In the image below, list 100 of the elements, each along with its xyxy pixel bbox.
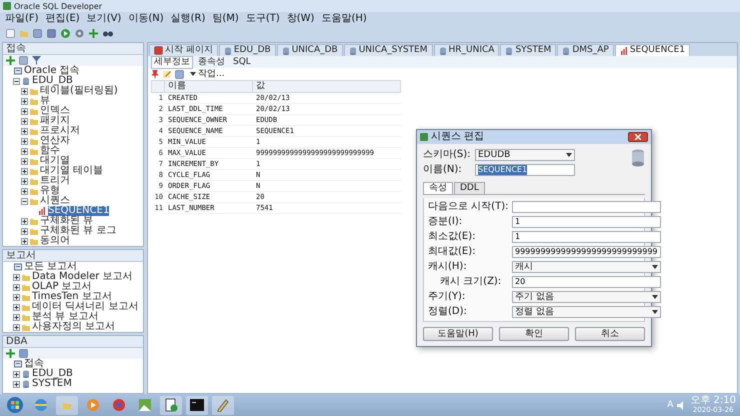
expander-icon[interactable] [13,78,20,84]
name-field[interactable]: SEQUENCE1 [475,164,575,176]
tree-item[interactable]: 대기열 [40,156,70,166]
connections-icon [14,67,22,75]
expander-icon[interactable] [21,188,28,194]
circle-logo-icon [112,398,126,412]
expander-icon[interactable] [13,380,20,388]
start-page-icon [154,46,163,55]
expander-icon[interactable] [13,284,20,290]
tree-item[interactable]: TimesTen 보고서 [32,292,112,302]
tree-item[interactable]: 테이블(필터링됨) [40,86,118,96]
play-icon [61,28,70,38]
tree-item[interactable]: 접속 [24,359,44,369]
binoculars-icon [103,29,113,37]
tree-item[interactable]: 연산자 [40,136,70,146]
pin-icon [151,70,159,78]
expander-icon[interactable] [21,118,28,124]
sub-tab[interactable]: 세부정보 [151,56,193,68]
tree-item[interactable]: 구체화된 뷰 [40,216,94,226]
start-button[interactable] [4,396,26,414]
tree-item[interactable]: 모든 보고서 [24,262,78,272]
tree-item[interactable]: Oracle 접속 [24,66,80,76]
expander-icon[interactable] [13,294,20,300]
field-label: 최소값(E): [428,231,476,243]
column-header[interactable]: 이름 [165,80,253,93]
menu-item[interactable]: 이동(N) [128,13,164,25]
input-field[interactable] [512,201,661,213]
menu-item[interactable]: 보기(V) [86,13,122,25]
schema-dropdown[interactable]: EDUDB [475,149,575,161]
expander-icon[interactable] [21,148,28,154]
input-field[interactable]: 20 [512,276,661,288]
expander-icon[interactable] [21,108,28,114]
sequence-icon [620,46,628,54]
tree-item[interactable]: 뷰 [40,96,50,106]
menu-item[interactable]: 도구(T) [246,13,280,25]
tree-item[interactable]: 인덱스 [40,106,70,116]
menu-item[interactable]: 편집(E) [46,13,80,25]
expander-icon[interactable] [21,128,28,134]
tree-item[interactable]: EDU_DB [32,76,73,86]
expander-icon[interactable] [13,314,20,320]
dropdown[interactable]: 주기 없음 [512,291,661,303]
sequence-icon [38,207,46,215]
input-field[interactable]: 9999999999999999999999999999 [512,246,661,258]
tree-item[interactable]: 동의어 [40,236,70,246]
tree-item[interactable]: Data Modeler 보고서 [32,272,133,282]
clock-time: 오후 2:10 [690,396,736,406]
expander-icon[interactable] [21,178,28,184]
database-icon [348,46,357,54]
expander-icon[interactable] [21,228,28,234]
menu-item[interactable]: 창(W) [286,13,314,25]
dropdown[interactable]: 캐시 [512,261,661,273]
expander-icon[interactable] [21,158,28,164]
tree-item[interactable]: 함수 [40,146,60,156]
menu-item[interactable]: 실행(R) [170,13,206,25]
tree-item[interactable]: EDU_DB [32,369,73,379]
expander-icon[interactable] [21,138,28,144]
dialog-button[interactable]: 취소 [575,327,645,341]
expander-icon[interactable] [13,324,20,330]
dialog-tab[interactable]: DDL [454,182,485,194]
tree-item[interactable]: 대기열 테이블 [40,166,104,176]
dialog-button[interactable]: 도움말(H) [423,327,493,341]
tree-item[interactable]: 트리거 [40,176,70,186]
image-icon [138,398,152,412]
sub-tab[interactable]: SQL [230,56,254,68]
tree-item[interactable]: 시퀀스 [40,196,70,206]
expander-icon[interactable] [21,88,28,94]
tree-item[interactable]: SYSTEM [32,379,72,389]
input-field[interactable]: 1 [512,231,661,243]
expander-icon[interactable] [21,98,28,104]
expander-icon[interactable] [21,218,28,224]
column-header[interactable]: 값 [253,80,401,93]
tree-item[interactable]: 프로시저 [40,126,80,136]
add-icon [6,56,15,65]
tree-item[interactable]: 분석 뷰 보고서 [32,312,98,322]
tree-item[interactable]: 구체화된 뷰 로그 [40,226,116,236]
expander-icon[interactable] [13,304,20,310]
database-icon [22,370,30,378]
tree-item[interactable]: 데이터 딕셔너리 보고서 [32,302,138,312]
dialog-button[interactable]: 확인 [499,327,569,341]
dialog-tab[interactable]: 속성 [423,182,453,194]
tree-item[interactable]: 사용자정의 보고서 [32,322,116,332]
database-icon [562,46,570,54]
expander-icon[interactable] [13,274,20,280]
tree-item[interactable]: 패키지 [40,116,70,126]
expander-icon[interactable] [13,370,20,378]
tree-item[interactable]: 유형 [40,186,60,196]
actions-button[interactable]: 작업... [188,69,227,79]
tree-item[interactable]: SEQUENCE1 [48,206,110,216]
input-field[interactable]: 1 [512,216,661,228]
expander-icon[interactable] [21,198,28,204]
tree-item[interactable]: OLAP 보고서 [32,282,92,292]
expander-icon[interactable] [21,238,28,244]
caret-icon [652,265,658,269]
sub-tab[interactable]: 종속성 [195,56,228,68]
menu-item[interactable]: 도움말(H) [321,13,367,25]
expander-icon[interactable] [21,168,28,174]
dropdown[interactable]: 정렬 없음 [512,306,661,318]
menu-item[interactable]: 파일(F) [5,13,39,25]
menu-item[interactable]: 팀(M) [212,13,239,25]
close-button[interactable] [628,132,648,142]
